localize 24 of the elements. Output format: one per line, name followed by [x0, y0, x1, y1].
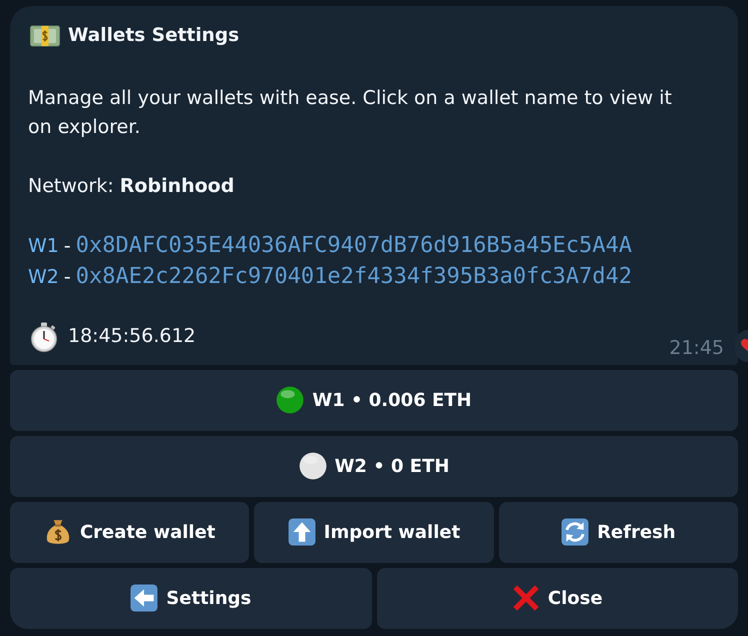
- wallet-balance-button[interactable]: W2 • 0 ETH: [10, 436, 738, 496]
- keyboard-button[interactable]: Create wallet: [10, 502, 250, 562]
- message-time: 21:45: [669, 336, 724, 358]
- wallet-address[interactable]: 0x8DAFC035E44036AFC9407dB76d916B5a45Ec5A4A: [76, 231, 632, 260]
- wallet-name-link[interactable]: W1: [28, 232, 59, 262]
- refresh-icon: [561, 518, 590, 546]
- timer-text: 18:45:56.612: [68, 324, 196, 349]
- keyboard-button[interactable]: Refresh: [498, 502, 738, 562]
- wallet-name-link[interactable]: W2: [28, 262, 59, 292]
- wallet-balance-button[interactable]: W1 • 0.006 ETH: [10, 370, 738, 430]
- close-icon: [512, 584, 540, 612]
- network-text: Network: Robinhood: [28, 174, 236, 199]
- separator-text: -: [64, 264, 71, 290]
- keyboard-button[interactable]: Close: [376, 568, 738, 628]
- keyboard-button[interactable]: Import wallet: [254, 502, 494, 562]
- message-title: Wallets Settings: [68, 24, 240, 48]
- separator-text: -: [64, 234, 71, 259]
- wallet-address[interactable]: 0x8AE2c2262Fc970401e2f4334f395B3a0fc3A7d42: [76, 262, 632, 291]
- heart-icon: [741, 339, 748, 353]
- keyboard-button[interactable]: Settings: [10, 568, 372, 628]
- banknote-icon: [30, 24, 60, 47]
- reaction-button[interactable]: [735, 330, 748, 362]
- message-text: Manage all your wallets with ease. Click on a wallet name to view it on explorer.: [28, 86, 673, 140]
- stopwatch-icon: [30, 322, 58, 352]
